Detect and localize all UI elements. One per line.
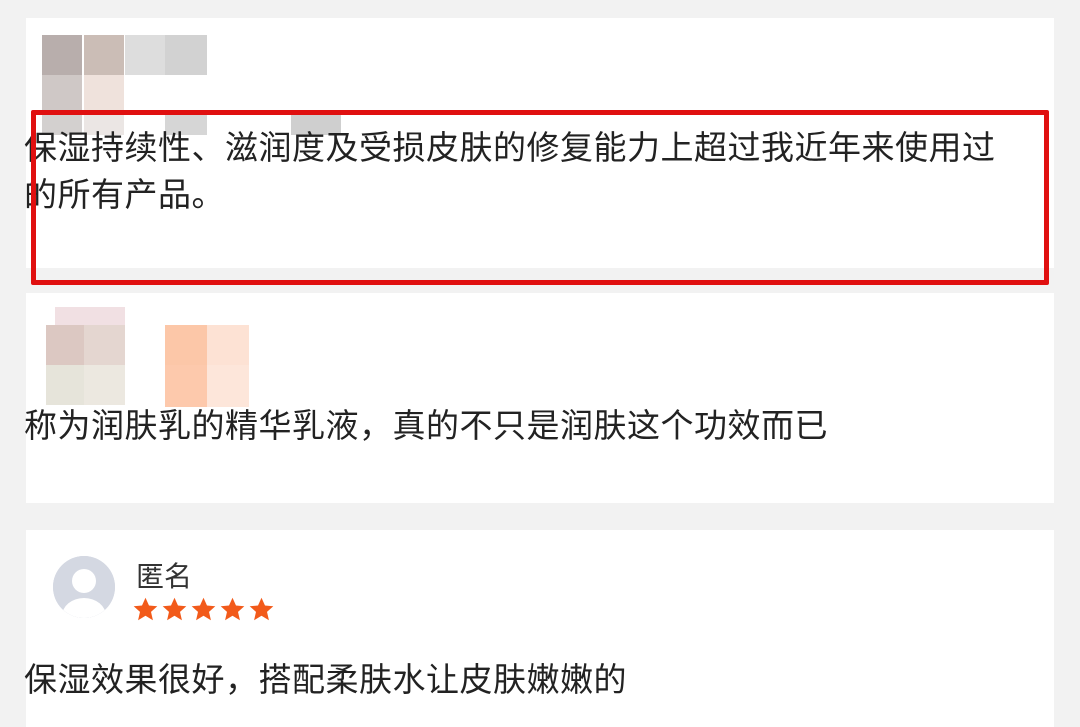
default-user-icon[interactable] — [53, 556, 115, 618]
star-rating — [132, 596, 275, 623]
star-icon — [133, 597, 158, 621]
star-icon — [162, 597, 187, 621]
star-icon — [249, 597, 274, 621]
review-text: 称为润肤乳的精华乳液，真的不只是润肤这个功效而已 — [24, 406, 828, 445]
username: 匿名 — [136, 560, 193, 593]
review-text: 保湿效果很好，搭配柔肤水让皮肤嫩嫩的 — [24, 660, 627, 699]
star-icon — [191, 597, 216, 621]
highlight-box — [31, 110, 1049, 285]
star-icon — [220, 597, 245, 621]
